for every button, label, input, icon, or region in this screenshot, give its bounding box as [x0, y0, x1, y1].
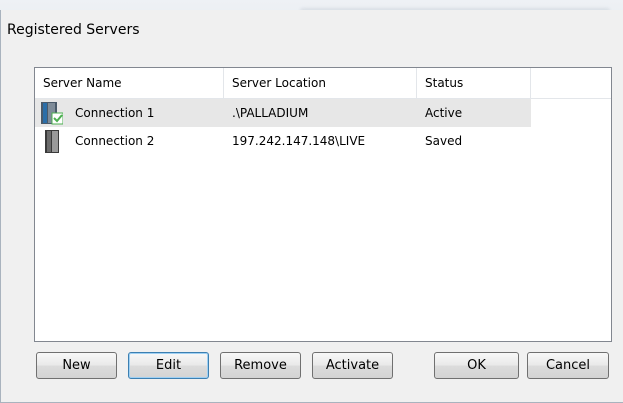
server-name-cell: Connection 2: [75, 134, 155, 148]
ok-button[interactable]: OK: [434, 352, 519, 379]
column-header-status[interactable]: Status: [417, 68, 531, 98]
column-header-server-location[interactable]: Server Location: [224, 68, 417, 98]
server-active-icon: [41, 102, 64, 126]
server-name-cell: Connection 1: [75, 106, 155, 120]
status-cell: Saved: [425, 134, 463, 148]
list-header: Server Name Server Location Status: [35, 68, 611, 99]
dialog-title: Registered Servers: [7, 22, 140, 38]
server-location-cell: 197.242.147.148\LIVE: [232, 134, 366, 148]
list-row[interactable]: Connection 2 197.242.147.148\LIVE Saved: [35, 127, 611, 155]
server-location-cell: .\PALLADIUM: [232, 106, 309, 120]
status-cell: Active: [425, 106, 463, 120]
registered-servers-dialog: Registered Servers Server Name Server Lo…: [0, 10, 623, 403]
server-icon: [41, 130, 63, 154]
column-header-server-name[interactable]: Server Name: [35, 68, 224, 98]
edit-button[interactable]: Edit: [128, 352, 209, 379]
remove-button[interactable]: Remove: [220, 352, 301, 379]
servers-list[interactable]: Server Name Server Location Status Conne…: [34, 67, 612, 342]
cancel-button[interactable]: Cancel: [527, 352, 609, 379]
activate-button[interactable]: Activate: [312, 352, 393, 379]
new-button[interactable]: New: [36, 352, 117, 379]
list-row[interactable]: Connection 1 .\PALLADIUM Active: [35, 99, 611, 127]
